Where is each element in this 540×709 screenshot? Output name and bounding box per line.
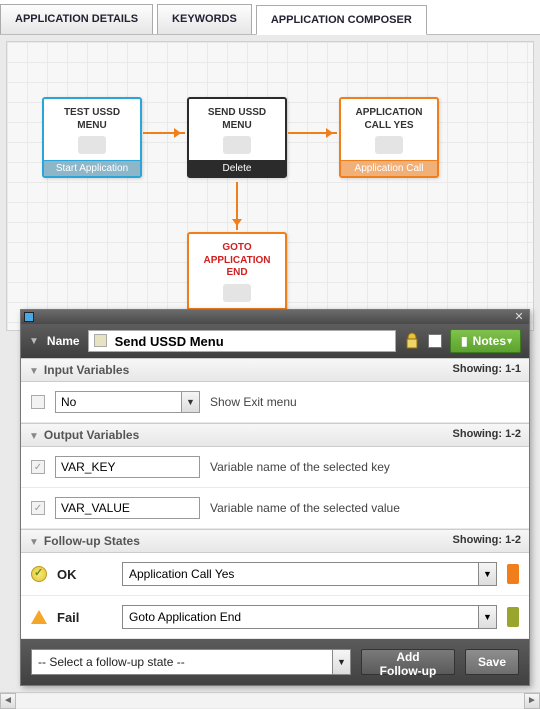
chevron-down-icon: ▼ bbox=[478, 606, 496, 628]
followup-target-select[interactable]: Application Call Yes ▼ bbox=[122, 562, 497, 586]
scroll-right-icon[interactable]: ► bbox=[524, 693, 540, 709]
name-input[interactable] bbox=[88, 330, 396, 352]
node-icon bbox=[375, 136, 403, 154]
scroll-left-icon[interactable]: ◄ bbox=[0, 693, 16, 709]
followup-row: OK Application Call Yes ▼ bbox=[21, 553, 529, 596]
node-icon bbox=[78, 136, 106, 154]
input-variable-row: No ▼ Show Exit menu bbox=[21, 382, 529, 423]
block-icon bbox=[94, 334, 107, 347]
connector-icon bbox=[288, 132, 337, 134]
node-send-ussd-menu[interactable]: SEND USSD MENU Delete bbox=[187, 97, 287, 178]
node-start-application[interactable]: TEST USSD MENU Start Application bbox=[42, 97, 142, 178]
add-followup-select[interactable]: -- Select a follow-up state -- ▼ bbox=[31, 649, 351, 675]
node-application-call[interactable]: APPLICATION CALL YES Application Call bbox=[339, 97, 439, 178]
output-desc: Variable name of the selected key bbox=[210, 460, 390, 474]
followup-target-select[interactable]: Goto Application End ▼ bbox=[122, 605, 497, 629]
panel-header: ▼ Name ▮ Notes ▼ bbox=[21, 324, 529, 358]
chevron-down-icon: ▼ bbox=[181, 392, 199, 412]
properties-panel: ✕ ▼ Name ▮ Notes ▼ ▼Input Variables Show… bbox=[20, 309, 530, 686]
scroll-track[interactable] bbox=[16, 694, 524, 708]
collapse-icon: ▼ bbox=[29, 431, 39, 442]
node-title: TEST USSD MENU bbox=[44, 99, 140, 136]
chevron-down-icon: ▼ bbox=[478, 563, 496, 585]
collapse-icon: ▼ bbox=[29, 366, 39, 377]
tab-application-composer[interactable]: APPLICATION COMPOSER bbox=[256, 5, 427, 35]
row-checkbox[interactable] bbox=[31, 395, 45, 409]
panel-marker-icon bbox=[24, 312, 34, 322]
composer-canvas[interactable]: TEST USSD MENU Start Application SEND US… bbox=[6, 41, 534, 331]
output-variable-row: Variable name of the selected value bbox=[21, 488, 529, 529]
output-desc: Variable name of the selected value bbox=[210, 501, 400, 515]
row-checkbox[interactable] bbox=[31, 460, 45, 474]
tab-keywords[interactable]: KEYWORDS bbox=[157, 4, 252, 34]
header-checkbox[interactable] bbox=[428, 334, 442, 348]
node-title: APPLICATION CALL YES bbox=[341, 99, 437, 136]
output-variable-row: Variable name of the selected key bbox=[21, 447, 529, 488]
input-value-select[interactable]: No ▼ bbox=[55, 391, 200, 413]
node-footer: Application Call bbox=[341, 160, 437, 176]
chevron-down-icon: ▼ bbox=[505, 336, 514, 346]
collapse-icon: ▼ bbox=[29, 537, 39, 548]
section-followup-states[interactable]: ▼Follow-up States Showing: 1-2 bbox=[21, 529, 529, 553]
tab-application-details[interactable]: APPLICATION DETAILS bbox=[0, 4, 153, 34]
node-icon bbox=[223, 284, 251, 302]
row-checkbox[interactable] bbox=[31, 501, 45, 515]
close-icon[interactable]: ✕ bbox=[513, 311, 525, 323]
node-footer: Start Application bbox=[44, 160, 140, 176]
showing-count: Showing: 1-1 bbox=[453, 363, 521, 377]
state-color-swatch bbox=[507, 607, 519, 627]
connector-icon bbox=[143, 132, 185, 134]
showing-count: Showing: 1-2 bbox=[453, 534, 521, 548]
add-followup-button[interactable]: Add Follow-up bbox=[361, 649, 455, 675]
followup-row: Fail Goto Application End ▼ bbox=[21, 596, 529, 639]
note-icon: ▮ bbox=[461, 334, 468, 348]
node-title: GOTO APPLICATION END bbox=[189, 234, 285, 284]
followup-state-name: OK bbox=[57, 567, 112, 582]
followup-state-name: Fail bbox=[57, 610, 112, 625]
section-input-variables[interactable]: ▼Input Variables Showing: 1-1 bbox=[21, 358, 529, 382]
notes-button[interactable]: ▮ Notes ▼ bbox=[450, 329, 521, 353]
node-footer: Delete bbox=[189, 160, 285, 176]
connector-icon bbox=[236, 182, 238, 230]
panel-actions: -- Select a follow-up state -- ▼ Add Fol… bbox=[21, 639, 529, 685]
state-color-swatch bbox=[507, 564, 519, 584]
output-name-input[interactable] bbox=[55, 456, 200, 478]
node-title: SEND USSD MENU bbox=[189, 99, 285, 136]
warning-status-icon bbox=[31, 602, 47, 624]
section-output-variables[interactable]: ▼Output Variables Showing: 1-2 bbox=[21, 423, 529, 447]
output-name-input[interactable] bbox=[55, 497, 200, 519]
ok-status-icon bbox=[31, 566, 47, 582]
save-button[interactable]: Save bbox=[465, 649, 519, 675]
name-label: Name bbox=[47, 334, 80, 348]
collapse-icon[interactable]: ▼ bbox=[29, 336, 39, 347]
showing-count: Showing: 1-2 bbox=[453, 428, 521, 442]
tab-bar: APPLICATION DETAILS KEYWORDS APPLICATION… bbox=[0, 0, 540, 35]
node-icon bbox=[223, 136, 251, 154]
lock-icon[interactable] bbox=[404, 332, 420, 350]
input-desc: Show Exit menu bbox=[210, 395, 297, 409]
chevron-down-icon: ▼ bbox=[332, 650, 350, 674]
horizontal-scrollbar[interactable]: ◄ ► bbox=[0, 692, 540, 708]
panel-titlebar[interactable]: ✕ bbox=[21, 310, 529, 324]
